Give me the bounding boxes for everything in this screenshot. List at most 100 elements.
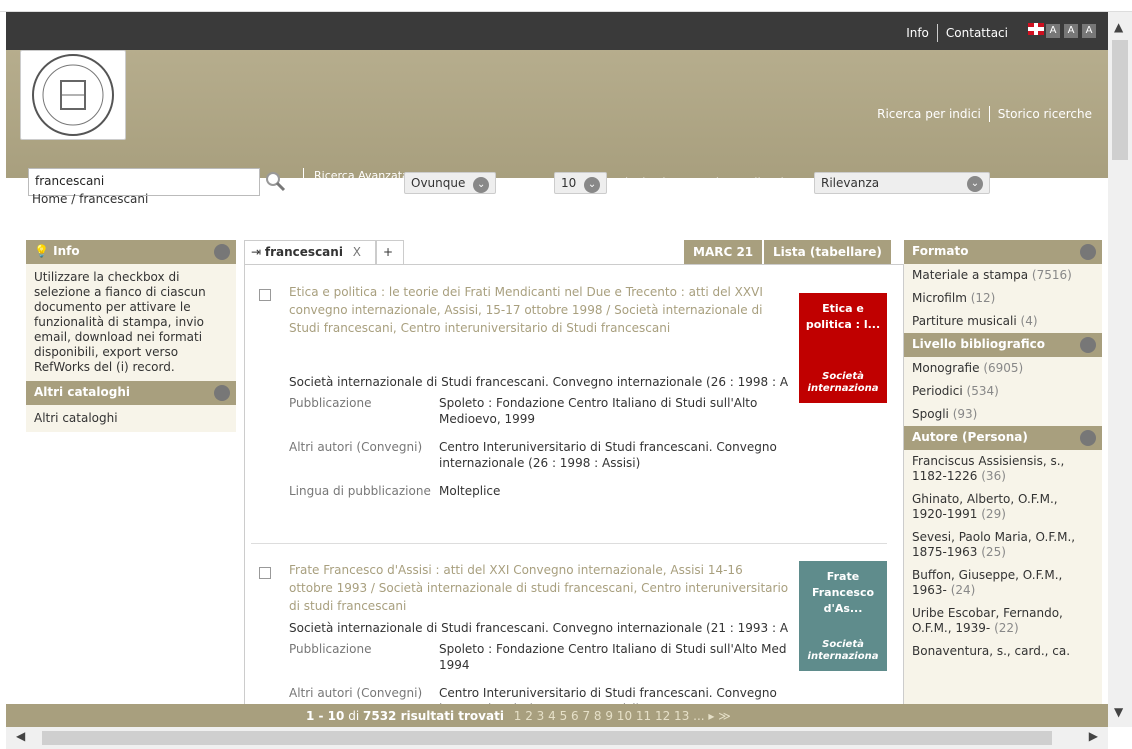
tab-label: francescani [264, 245, 343, 259]
breadcrumb: Home / francescani [32, 192, 149, 206]
scroll-left-icon[interactable]: ◀ [16, 729, 25, 743]
window-top-edge [0, 0, 1132, 12]
field-label: Altri autori (Convegni) [289, 686, 423, 700]
result-checkbox[interactable] [259, 567, 271, 579]
field-value: Spoleto : Fondazione Centro Italiano di … [439, 396, 758, 426]
facet-count: (534) [966, 384, 999, 398]
facet-item[interactable]: Spogli (93) [904, 403, 1102, 426]
scroll-up-icon[interactable]: ▲ [1114, 20, 1123, 34]
livello-header[interactable]: Livello bibliografico [904, 333, 1102, 357]
facet-label: Buffon, Giuseppe, O.F.M., 1963- [912, 568, 1063, 597]
scroll-thumb[interactable] [1112, 40, 1128, 160]
left-sidebar: 💡 Info Utilizzare la checkbox di selezio… [26, 240, 236, 724]
facet-item[interactable]: Periodici (534) [904, 380, 1102, 403]
result-item: Frate Francesco d'Assisi : atti del XXI … [259, 561, 887, 723]
search-icon[interactable] [264, 170, 286, 192]
facet-label: Periodici [912, 384, 963, 398]
result-author: Società internazionale di Studi francesc… [289, 621, 789, 635]
scroll-right-icon[interactable]: ▶ [1089, 729, 1098, 743]
result-di: di [348, 709, 360, 723]
advanced-search-link[interactable]: Ricerca Avanzata [314, 170, 409, 182]
autore-title: Autore (Persona) [912, 430, 1028, 444]
collapse-icon[interactable] [1080, 244, 1096, 260]
info-panel-text: Utilizzare la checkbox di selezione a fi… [26, 264, 236, 381]
facet-item[interactable]: Partiture musicali (4) [904, 310, 1102, 333]
font-size-large-button[interactable]: A [1082, 24, 1096, 38]
contattaci-link[interactable]: Contattaci [946, 26, 1008, 40]
book-cover-thumbnail[interactable]: Frate Francesco d'As... Società internaz… [799, 561, 887, 671]
facet-count: (7516) [1031, 268, 1072, 282]
field-label: Pubblicazione [289, 396, 372, 410]
facet-item[interactable]: Franciscus Assisiensis, s., 1182-1226 (3… [904, 450, 1102, 488]
facet-item[interactable]: Uribe Escobar, Fernando, O.F.M., 1939- (… [904, 602, 1102, 640]
collapse-icon[interactable] [214, 244, 230, 260]
facet-item[interactable]: Ghinato, Alberto, O.F.M., 1920-1991 (29) [904, 488, 1102, 526]
collapse-icon[interactable] [1080, 337, 1096, 353]
scope-select-value: Ovunque [411, 176, 466, 190]
field-label: Lingua di pubblicazione [289, 484, 431, 498]
lista-tabellare-button[interactable]: Lista (tabellare) [764, 240, 891, 264]
result-checkbox[interactable] [259, 289, 271, 301]
facet-count: (93) [952, 407, 978, 421]
font-size-buttons: A A A [1046, 24, 1096, 38]
scroll-thumb[interactable] [42, 731, 1052, 745]
facet-item[interactable]: Microfilm (12) [904, 287, 1102, 310]
tab-close-icon[interactable]: X [353, 245, 361, 259]
ricerca-indici-link[interactable]: Ricerca per indici [877, 107, 981, 121]
advanced-search-divider [303, 168, 304, 196]
top-links: Info Contattaci [906, 24, 1008, 42]
header-links: Ricerca per indici Storico ricerche [877, 106, 1092, 122]
browser-frame: Info Contattaci A A A Ricerca per indici… [0, 0, 1132, 749]
scroll-down-icon[interactable]: ▼ [1114, 705, 1123, 719]
tab-francescani[interactable]: ⇥ francescani X [244, 240, 376, 264]
font-size-small-button[interactable]: A [1046, 24, 1060, 38]
collapse-icon[interactable] [1080, 430, 1096, 446]
vertical-scrollbar[interactable]: ▲ ▼ [1108, 12, 1132, 727]
add-tab-button[interactable]: + [376, 240, 404, 264]
top-bar: Info Contattaci A A A [6, 12, 1108, 50]
facet-item[interactable]: Bonaventura, s., card., ca. [904, 640, 1102, 663]
result-title-link[interactable]: Frate Francesco d'Assisi : atti del XXI … [289, 561, 789, 615]
facet-item[interactable]: Monografie (6905) [904, 357, 1102, 380]
result-publication: Pubblicazione Spoleto : Fondazione Centro… [289, 641, 809, 673]
facet-item[interactable]: Buffon, Giuseppe, O.F.M., 1963- (24) [904, 564, 1102, 602]
result-tabs: ⇥ francescani X + MARC 21 Lista (tabella… [244, 240, 904, 264]
cover-author: Società internaziona [807, 371, 879, 394]
marc21-button[interactable]: MARC 21 [684, 240, 763, 264]
sort-select[interactable]: Rilevanza ⌄ [814, 172, 990, 194]
facet-label: Spogli [912, 407, 949, 421]
storico-ricerche-link[interactable]: Storico ricerche [998, 107, 1092, 121]
scope-select[interactable]: Ovunque ⌄ [404, 172, 497, 194]
autore-header[interactable]: Autore (Persona) [904, 426, 1102, 450]
per-page-select-value: 10 [561, 176, 577, 190]
result-publication: Pubblicazione Spoleto : Fondazione Centro… [289, 395, 809, 427]
horizontal-scrollbar[interactable]: ◀ ▶ [6, 727, 1108, 749]
page-links[interactable]: 1 2 3 4 5 6 7 8 9 10 11 12 13 ... ▸ ≫ [514, 709, 731, 723]
result-title-link[interactable]: Etica e politica : le teorie dei Frati M… [289, 283, 789, 337]
cover-title: Etica e politica : l... [805, 302, 881, 331]
altri-cataloghi-header[interactable]: Altri cataloghi [26, 381, 236, 405]
result-total: 7532 risultati trovati [363, 709, 504, 723]
info-panel-title: Info [53, 244, 80, 258]
per-page-select[interactable]: 10 ⌄ [554, 172, 608, 194]
facet-count: (36) [981, 469, 1006, 483]
formato-header[interactable]: Formato [904, 240, 1102, 264]
facet-item[interactable]: Sevesi, Paolo Maria, O.F.M., 1875-1963 (… [904, 526, 1102, 564]
uk-flag-icon[interactable] [1028, 23, 1044, 35]
lightbulb-icon: 💡 [34, 244, 49, 258]
sort-select-value: Rilevanza [821, 176, 880, 190]
tab-arrow-icon: ⇥ [251, 245, 262, 259]
font-size-medium-button[interactable]: A [1064, 24, 1078, 38]
altri-cataloghi-item[interactable]: Altri cataloghi [26, 405, 236, 432]
book-cover-thumbnail[interactable]: Etica e politica : l... Società internaz… [799, 293, 887, 403]
facet-count: (4) [1020, 314, 1038, 328]
facet-item[interactable]: Materiale a stampa (7516) [904, 264, 1102, 287]
cover-title: Frate Francesco d'As... [811, 570, 875, 615]
info-link[interactable]: Info [906, 26, 929, 40]
info-panel-header[interactable]: 💡 Info [26, 240, 236, 264]
mostra-label: mostra [509, 176, 552, 190]
university-seal-logo[interactable] [20, 50, 126, 140]
collapse-icon[interactable] [214, 385, 230, 401]
facet-count: (12) [970, 291, 996, 305]
field-value: Spoleto : Fondazione Centro Italiano di … [439, 642, 787, 672]
